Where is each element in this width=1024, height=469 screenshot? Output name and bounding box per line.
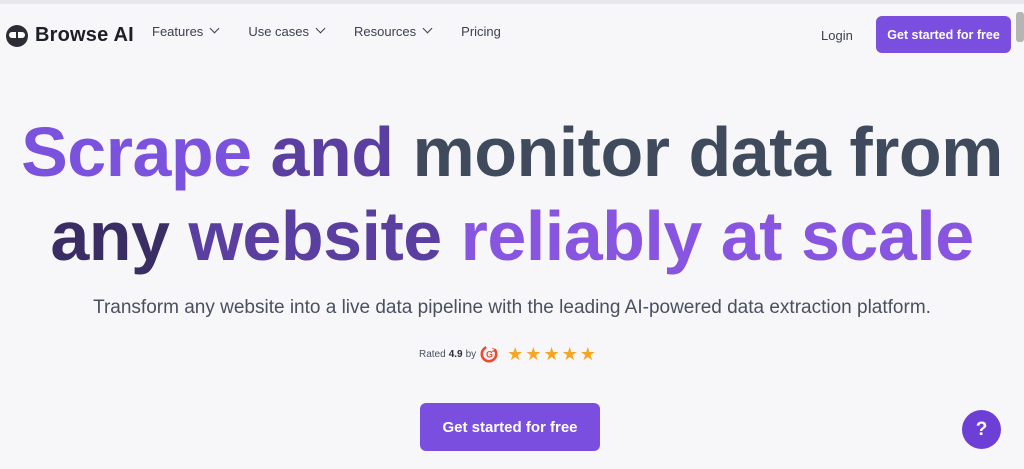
login-link[interactable]: Login	[821, 28, 853, 43]
rating-prefix: Rated	[419, 348, 446, 360]
nav-resources[interactable]: Resources	[354, 23, 433, 39]
chevron-down-icon	[315, 23, 326, 34]
headline-word: from	[849, 113, 1003, 191]
hero-subtitle: Transform any website into a live data p…	[93, 297, 931, 318]
rating-suffix: by	[465, 348, 477, 360]
g2-logo-icon[interactable]: G 2	[480, 345, 498, 363]
chevron-down-icon	[209, 23, 220, 34]
headline-word: and	[270, 113, 394, 191]
help-button[interactable]: ?	[962, 410, 1001, 449]
headline-word: website	[188, 197, 442, 275]
nav-pricing[interactable]: Pricing	[461, 24, 501, 39]
headline-word: monitor	[412, 113, 670, 191]
headline-word: reliably	[460, 197, 703, 275]
headline-word: scale	[800, 197, 974, 275]
headline-word: any	[50, 197, 170, 275]
nav-features[interactable]: Features	[152, 23, 220, 39]
hero-headline: Scrape and monitor data from any website…	[0, 110, 1024, 278]
rating-row: Rated 4.9 by G 2 ★ ★ ★ ★ ★	[419, 344, 598, 364]
svg-text:2: 2	[492, 348, 495, 354]
chevron-down-icon	[422, 23, 433, 34]
nav-pricing-label: Pricing	[461, 24, 501, 39]
site-header: Browse AI Features Use cases Resources P…	[0, 4, 1024, 66]
headline-word: Scrape	[21, 113, 252, 191]
headline-word: data	[688, 113, 831, 191]
headline-word: at	[720, 197, 783, 275]
nav-features-label: Features	[152, 24, 204, 39]
star-icon: ★	[543, 344, 560, 364]
headline-line-1: Scrape and monitor data from	[0, 110, 1024, 194]
star-icon: ★	[579, 344, 596, 364]
page: Browse AI Features Use cases Resources P…	[0, 0, 1024, 469]
hero-get-started-button[interactable]: Get started for free	[420, 403, 600, 451]
headline-line-2: any website reliably at scale	[0, 194, 1024, 278]
header-get-started-button[interactable]: Get started for free	[876, 16, 1011, 53]
rating-score: 4.9	[448, 348, 463, 360]
robot-logo-icon	[6, 24, 28, 47]
nav-use-cases[interactable]: Use cases	[248, 23, 326, 39]
nav-resources-label: Resources	[354, 24, 417, 39]
star-icon: ★	[525, 344, 542, 364]
logo[interactable]: Browse AI	[6, 24, 134, 47]
main-nav: Features Use cases Resources Pricing	[152, 23, 531, 39]
nav-use-cases-label: Use cases	[248, 24, 310, 39]
rating-stars: ★ ★ ★ ★ ★	[507, 345, 598, 363]
star-icon: ★	[561, 344, 578, 364]
star-icon: ★	[507, 344, 524, 364]
logo-text: Browse AI	[35, 24, 134, 46]
